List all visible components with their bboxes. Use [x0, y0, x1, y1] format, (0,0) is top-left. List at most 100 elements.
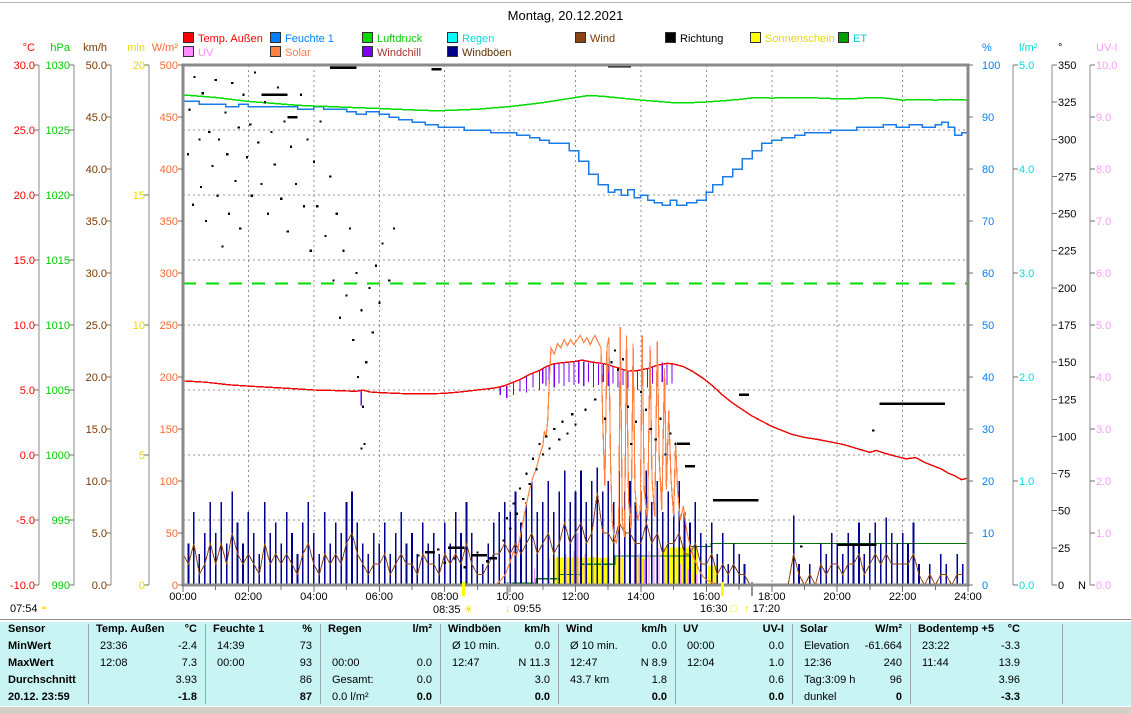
- svg-text:00:00: 00:00: [169, 591, 197, 603]
- svg-text:75: 75: [1058, 469, 1070, 481]
- svg-text:250: 250: [160, 320, 178, 332]
- sun-moon-event-icon: ◓: [41, 603, 48, 615]
- table-value: 3.93: [88, 672, 197, 689]
- svg-text:150: 150: [160, 424, 178, 436]
- svg-text:990: 990: [52, 580, 70, 592]
- weather-chart: 30.0 25.0 20.0 15.0 10.0 5.0 0.0 -5.0 -10.0 °C 10 3…: [0, 0, 1131, 714]
- sun-moon-event-icon: ↑: [744, 603, 750, 615]
- sun-moon-event-icon: ☀: [464, 604, 474, 616]
- svg-text:10.0: 10.0: [14, 320, 35, 332]
- table-value: 1.0: [675, 655, 784, 672]
- table-value: 0.6: [675, 672, 784, 689]
- svg-text:150: 150: [1058, 357, 1076, 369]
- table-value: -3.3: [910, 638, 1020, 655]
- svg-text:8.0: 8.0: [1096, 164, 1111, 176]
- svg-text:20:00: 20:00: [823, 591, 851, 603]
- svg-text:325: 325: [1058, 97, 1076, 109]
- svg-text:275: 275: [1058, 171, 1076, 183]
- svg-text:1.0: 1.0: [1019, 476, 1034, 488]
- axis-min: 20151050min: [127, 42, 149, 592]
- column-divider: [1062, 624, 1063, 704]
- sun-moon-event-time: 08:35: [433, 604, 461, 616]
- svg-text:25.0: 25.0: [86, 320, 107, 332]
- svg-text:6.0: 6.0: [1096, 268, 1111, 280]
- svg-text:20.0: 20.0: [14, 190, 35, 202]
- svg-text:0: 0: [1058, 580, 1064, 592]
- svg-text:0: 0: [139, 580, 145, 592]
- axis-kmh: 50.045.040.035.030.025.020.015.010.05.00…: [83, 42, 111, 592]
- table-value: 0.0: [440, 638, 550, 655]
- sun-moon-event: 16:30 □: [700, 603, 737, 615]
- table-value: -61.664: [792, 638, 902, 655]
- svg-text:14:00: 14:00: [627, 591, 655, 603]
- svg-text:°C: °C: [23, 42, 35, 54]
- svg-text:5.0: 5.0: [1019, 60, 1034, 72]
- table-value: 0.0: [320, 689, 432, 706]
- svg-text:%: %: [982, 42, 992, 54]
- svg-text:-5.0: -5.0: [16, 515, 35, 527]
- svg-text:08:00: 08:00: [431, 591, 459, 603]
- svg-text:995: 995: [52, 515, 70, 527]
- svg-text:70: 70: [982, 216, 994, 228]
- table-value: 7.3: [88, 655, 197, 672]
- svg-text:300: 300: [160, 268, 178, 280]
- sun-moon-event-time: 17:20: [753, 603, 781, 615]
- svg-text:N: N: [1078, 580, 1086, 592]
- svg-text:1.0: 1.0: [1096, 528, 1111, 540]
- svg-text:0: 0: [982, 580, 988, 592]
- series-richtung: [187, 71, 874, 568]
- svg-text:125: 125: [1058, 394, 1076, 406]
- sun-moon-event: ↑ 17:20: [744, 603, 780, 615]
- svg-text:min: min: [127, 42, 145, 54]
- svg-text:1025: 1025: [46, 125, 70, 137]
- svg-text:30.0: 30.0: [14, 60, 35, 72]
- svg-text:20: 20: [133, 60, 145, 72]
- sun-moon-event: 07:54 ◓: [10, 603, 47, 615]
- table-value: 3.0: [440, 672, 550, 689]
- svg-text:18:00: 18:00: [758, 591, 786, 603]
- table-value: N 11.3: [440, 655, 550, 672]
- svg-text:20.0: 20.0: [86, 372, 107, 384]
- svg-text:7.0: 7.0: [1096, 216, 1111, 228]
- sensor-table: SensorMinWertMaxWertDurchschnitt20.12. 2…: [0, 622, 1131, 706]
- svg-text:-10.0: -10.0: [10, 580, 35, 592]
- svg-text:50: 50: [982, 320, 994, 332]
- svg-text:35.0: 35.0: [86, 216, 107, 228]
- svg-text:225: 225: [1058, 246, 1076, 258]
- table-value: 3.96: [910, 672, 1020, 689]
- svg-text:50.0: 50.0: [86, 60, 107, 72]
- svg-text:15.0: 15.0: [14, 255, 35, 267]
- table-value: -3.3: [910, 689, 1020, 706]
- svg-text:5.0: 5.0: [20, 385, 35, 397]
- table-value: 0.0: [558, 638, 667, 655]
- svg-text:15: 15: [133, 190, 145, 202]
- series-luftdruck: [183, 95, 968, 111]
- svg-text:1010: 1010: [46, 320, 70, 332]
- table-value: 93: [205, 655, 312, 672]
- svg-text:10: 10: [982, 528, 994, 540]
- svg-text:1020: 1020: [46, 190, 70, 202]
- svg-text:hPa: hPa: [50, 42, 70, 54]
- svg-text:50: 50: [1058, 506, 1070, 518]
- table-header-unit: °C: [88, 621, 197, 638]
- svg-text:16:00: 16:00: [693, 591, 721, 603]
- svg-text:0.0: 0.0: [1096, 580, 1111, 592]
- svg-text:400: 400: [160, 164, 178, 176]
- svg-text:km/h: km/h: [83, 42, 107, 54]
- svg-text:15.0: 15.0: [86, 424, 107, 436]
- sun-moon-event-time: 16:30: [700, 603, 728, 615]
- svg-text:3.0: 3.0: [1096, 424, 1111, 436]
- table-value: 13.9: [910, 655, 1020, 672]
- svg-text:24:00: 24:00: [954, 591, 982, 603]
- svg-text:°: °: [1058, 42, 1062, 54]
- table-row-label: Sensor: [8, 621, 45, 638]
- sun-moon-event: 08:35 ☀: [433, 603, 473, 616]
- svg-text:UV-I: UV-I: [1096, 42, 1117, 54]
- svg-text:350: 350: [160, 216, 178, 228]
- axis-: 3503253002752502252001751501251007550250…: [1052, 42, 1086, 592]
- svg-text:2.0: 2.0: [1019, 372, 1034, 384]
- svg-text:10:00: 10:00: [496, 591, 524, 603]
- svg-text:350: 350: [1058, 60, 1076, 72]
- svg-text:50: 50: [166, 528, 178, 540]
- svg-text:2.0: 2.0: [1096, 476, 1111, 488]
